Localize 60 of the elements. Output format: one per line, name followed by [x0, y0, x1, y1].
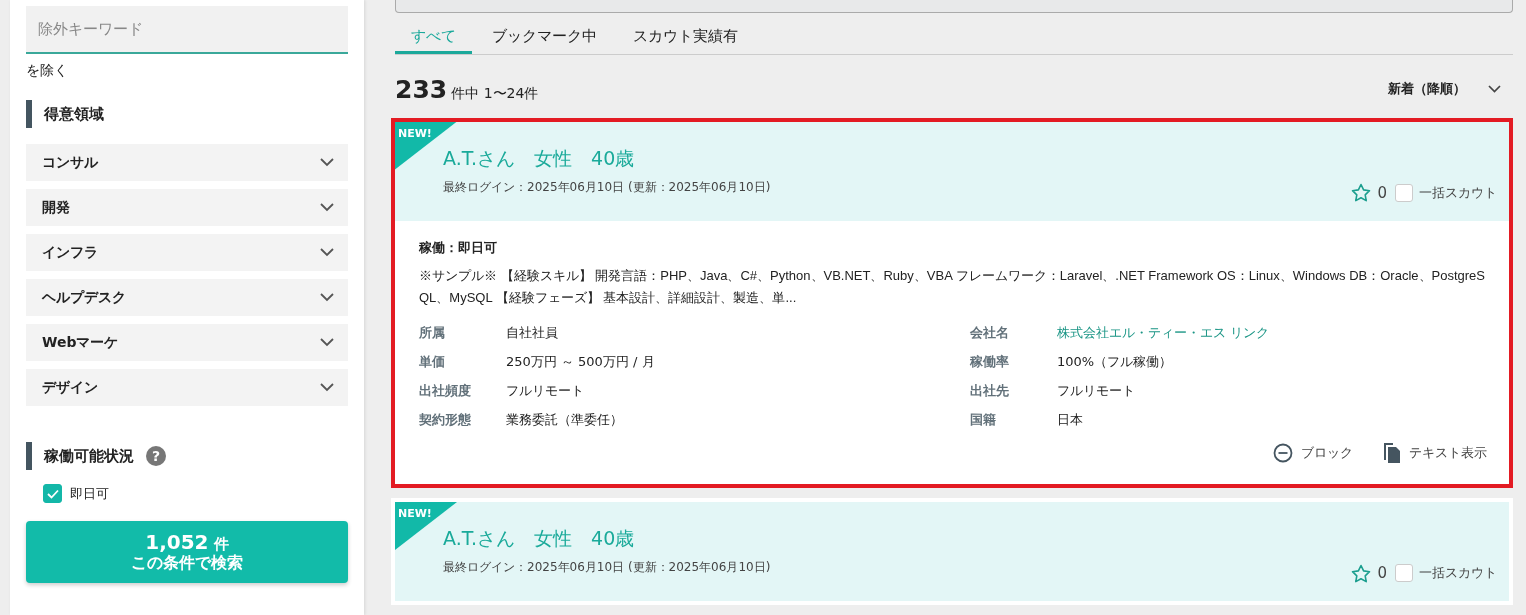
field-label: 会社名 — [970, 323, 1010, 342]
star-icon[interactable] — [1351, 563, 1372, 583]
field-label: 所属 — [419, 323, 446, 342]
field-label: 契約形態 — [419, 410, 472, 429]
help-icon[interactable]: ? — [146, 446, 166, 466]
exclude-keyword-field[interactable]: 除外キーワード — [26, 6, 348, 54]
category-accordion[interactable]: 開発 — [26, 189, 348, 226]
category-accordion[interactable]: デザイン — [26, 369, 348, 406]
field-label: 単価 — [419, 352, 446, 371]
document-icon[interactable] — [1383, 442, 1401, 464]
checkbox[interactable] — [1395, 183, 1413, 202]
category-accordion[interactable]: インフラ — [26, 234, 348, 271]
sort-dropdown[interactable]: 新着（降順） — [1388, 80, 1513, 98]
checkbox-label: 即日可 — [70, 484, 109, 503]
chevron-icon — [320, 248, 334, 257]
chevron-icon — [320, 293, 334, 302]
chevron-icon — [1488, 85, 1501, 93]
field-value: 250万円 ～ 500万円 / 月 — [506, 352, 655, 371]
availability-text: 稼働：即日可 — [419, 238, 498, 257]
field-label: 稼働率 — [970, 352, 1010, 371]
field-label: 国籍 — [970, 410, 997, 429]
checkbox-label: 一括スカウト — [1419, 183, 1497, 202]
exclude-suffix-label: を除く — [26, 62, 69, 80]
heading-bar — [26, 100, 32, 128]
section-heading: 得意領域 — [44, 104, 104, 124]
section-heading: 稼働可能状況 — [44, 446, 134, 466]
category-accordion[interactable]: Webマーケ — [26, 324, 348, 361]
bookmark-count: 0 — [1377, 564, 1387, 582]
category-accordion[interactable]: ヘルプデスク — [26, 279, 348, 316]
field-value: 100%（フル稼働） — [1057, 352, 1173, 371]
category-accordion[interactable]: コンサル — [26, 144, 348, 181]
block-icon[interactable] — [1273, 443, 1293, 463]
last-login-text: 最終ログイン：2025年06月10日 (更新：2025年06月10日) — [443, 178, 771, 196]
heading-bar — [26, 442, 32, 470]
field-value: 自社社員 — [506, 323, 558, 342]
checkbox-label: 一括スカウト — [1419, 564, 1497, 582]
action-link[interactable]: ブロック — [1301, 444, 1353, 462]
checkmark-icon — [46, 488, 59, 499]
chevron-icon — [320, 383, 334, 392]
field-label: 出社先 — [970, 381, 1010, 400]
chevron-icon — [320, 203, 334, 212]
skill-summary: ※サンプル※ 【経験スキル】 開発言語：PHP、Java、C#、Python、VB.NET、Ruby、VBA フレームワーク：Laravel、.NET Framework OS：Linux、Windows DB：Oracle、PostgreSQL、MySQL 【経験フェーズ】 基本設計、詳細設計、製造、単... — [419, 266, 1486, 308]
filter-tab[interactable]: スカウト実績有 — [617, 22, 754, 54]
star-icon[interactable] — [1351, 183, 1372, 202]
bookmark-count: 0 — [1377, 183, 1387, 202]
field-value: 日本 — [1057, 410, 1083, 429]
result-total: 233 — [395, 74, 448, 104]
chevron-icon — [320, 338, 334, 347]
action-link[interactable]: テキスト表示 — [1409, 444, 1487, 462]
filter-tab[interactable]: ブックマーク中 — [476, 22, 613, 54]
checkbox[interactable] — [43, 484, 62, 503]
last-login-text: 最終ログイン：2025年06月10日 (更新：2025年06月10日) — [443, 559, 771, 576]
field-value: フルリモート — [1057, 381, 1135, 400]
field-label: 出社頻度 — [419, 381, 472, 400]
checkbox[interactable] — [1395, 564, 1413, 582]
result-range: 件中 1〜24件 — [451, 84, 539, 103]
chevron-icon — [320, 158, 334, 167]
field-value: 業務委託（準委任） — [506, 410, 623, 429]
field-value: フルリモート — [506, 381, 584, 400]
company-link[interactable]: 株式会社エル・ティー・エス リンク — [1057, 323, 1270, 342]
